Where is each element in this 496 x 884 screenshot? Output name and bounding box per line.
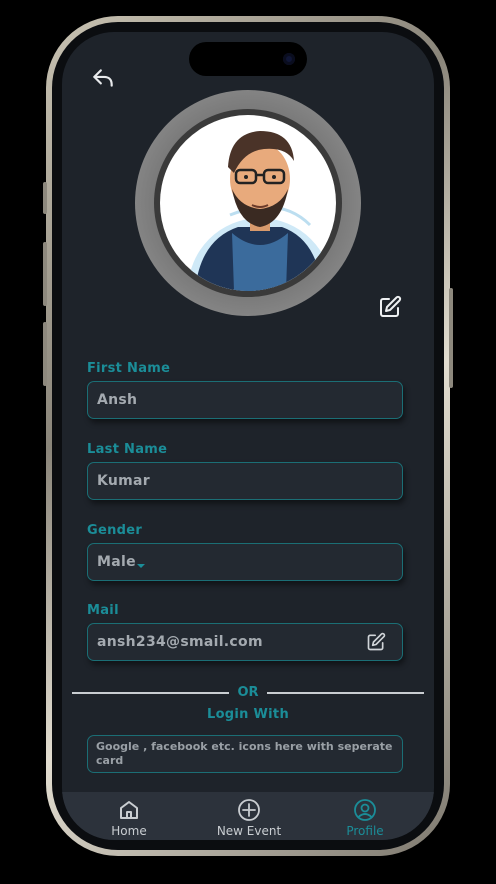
reply-arrow-icon[interactable] — [90, 65, 116, 91]
side-button-power — [449, 288, 453, 388]
dynamic-island — [189, 42, 307, 76]
gender-label: Gender — [87, 523, 143, 538]
nav-item-new-event[interactable]: New Event — [199, 798, 299, 838]
social-login-card[interactable]: Google , facebook etc. icons here with s… — [87, 735, 403, 773]
divider-right — [267, 692, 424, 694]
side-button-volume-down — [43, 322, 47, 386]
nav-item-home[interactable]: Home — [79, 798, 179, 838]
avatar-illustration — [188, 131, 332, 291]
avatar-image — [160, 115, 336, 291]
plus-circle-icon — [238, 799, 260, 821]
nav-label-home: Home — [111, 824, 147, 838]
camera-icon — [283, 53, 295, 65]
gender-value: Male — [97, 554, 136, 570]
login-with-title: Login With — [206, 707, 290, 722]
mail-value: ansh234@smail.com — [97, 634, 263, 650]
last-name-label: Last Name — [87, 442, 168, 457]
last-name-value: Kumar — [97, 473, 151, 489]
side-button-volume-up — [43, 242, 47, 306]
app-screen: First Name Ansh Last Name Kumar Gender M… — [62, 32, 434, 840]
nav-label-new-event: New Event — [216, 824, 282, 838]
side-button-action — [43, 182, 47, 214]
or-divider-text: OR — [237, 685, 259, 700]
mail-label: Mail — [87, 603, 119, 618]
first-name-field[interactable]: Ansh — [87, 381, 403, 419]
avatar — [135, 90, 361, 316]
last-name-field[interactable]: Kumar — [87, 462, 403, 500]
gender-select[interactable]: Male — [87, 543, 403, 581]
bottom-nav: Home New Event Profile — [62, 792, 434, 840]
nav-label-profile: Profile — [346, 824, 384, 838]
mail-field[interactable]: ansh234@smail.com — [87, 623, 403, 661]
divider-left — [72, 692, 229, 694]
mail-edit-icon[interactable] — [366, 632, 386, 652]
avatar-edit-icon[interactable] — [378, 295, 402, 319]
first-name-value: Ansh — [97, 392, 138, 408]
nav-item-profile[interactable]: Profile — [315, 798, 415, 838]
user-circle-icon — [354, 799, 376, 821]
caret-down-icon — [137, 564, 145, 568]
home-icon — [120, 801, 138, 819]
first-name-label: First Name — [87, 361, 171, 376]
